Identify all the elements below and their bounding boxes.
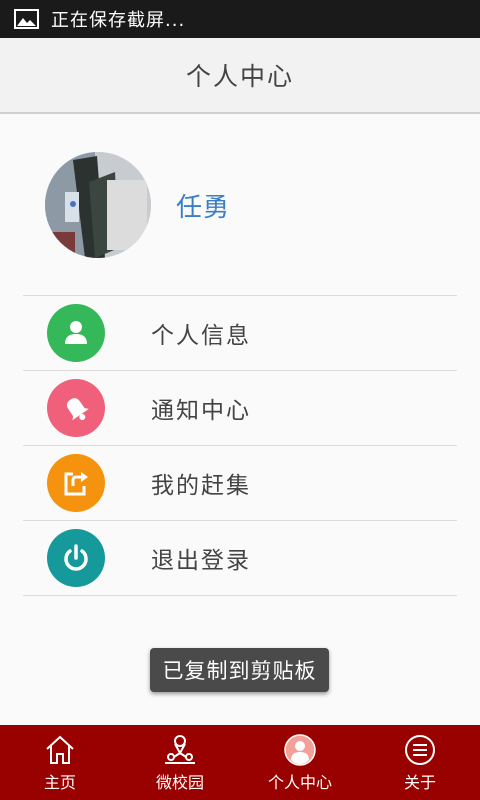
menu-item-label: 个人信息 — [151, 323, 251, 349]
toast-message: 已复制到剪贴板 — [150, 648, 329, 692]
tab-campus[interactable]: 微校园 — [120, 725, 240, 800]
menu-item-notifications[interactable]: 通知中心 — [23, 371, 457, 446]
avatar[interactable] — [45, 152, 151, 258]
profile-icon — [284, 733, 316, 766]
menu-item-personal-info[interactable]: 个人信息 — [23, 296, 457, 371]
menu-item-my-market[interactable]: 我的赶集 — [23, 446, 457, 521]
username[interactable]: 任勇 — [176, 187, 230, 224]
tab-label: 主页 — [43, 772, 76, 792]
tab-about[interactable]: 关于 — [360, 725, 480, 800]
bell-icon — [47, 379, 105, 437]
tab-label: 关于 — [403, 772, 436, 792]
share-icon — [47, 454, 105, 512]
tab-home[interactable]: 主页 — [0, 725, 120, 800]
menu-item-label: 退出登录 — [151, 548, 251, 574]
menu-item-label: 我的赶集 — [151, 473, 251, 499]
tab-label: 个人中心 — [267, 772, 332, 792]
bottom-tab-bar: 主页 微校园 个人中心 关于 — [0, 725, 480, 800]
tab-profile[interactable]: 个人中心 — [240, 725, 360, 800]
app-header: 个人中心 — [0, 38, 480, 114]
tab-label: 微校园 — [155, 772, 204, 792]
status-notification-text: 正在保存截屏... — [51, 10, 186, 31]
about-icon — [405, 734, 435, 765]
person-icon — [47, 304, 105, 362]
main-content: 任勇 个人信息 通知中心 我的赶集 退出登录 已复制到剪贴板 — [0, 114, 480, 725]
page-title: 个人中心 — [185, 62, 294, 91]
home-icon — [46, 735, 74, 764]
image-icon — [14, 9, 39, 29]
status-bar: 正在保存截屏... — [0, 0, 480, 38]
menu-list: 个人信息 通知中心 我的赶集 退出登录 — [23, 295, 457, 596]
power-icon — [47, 529, 105, 587]
campus-icon — [165, 734, 195, 764]
profile-section[interactable]: 任勇 — [45, 152, 230, 258]
menu-item-label: 通知中心 — [151, 398, 251, 424]
avatar-photo — [45, 152, 151, 258]
menu-item-logout[interactable]: 退出登录 — [23, 521, 457, 596]
